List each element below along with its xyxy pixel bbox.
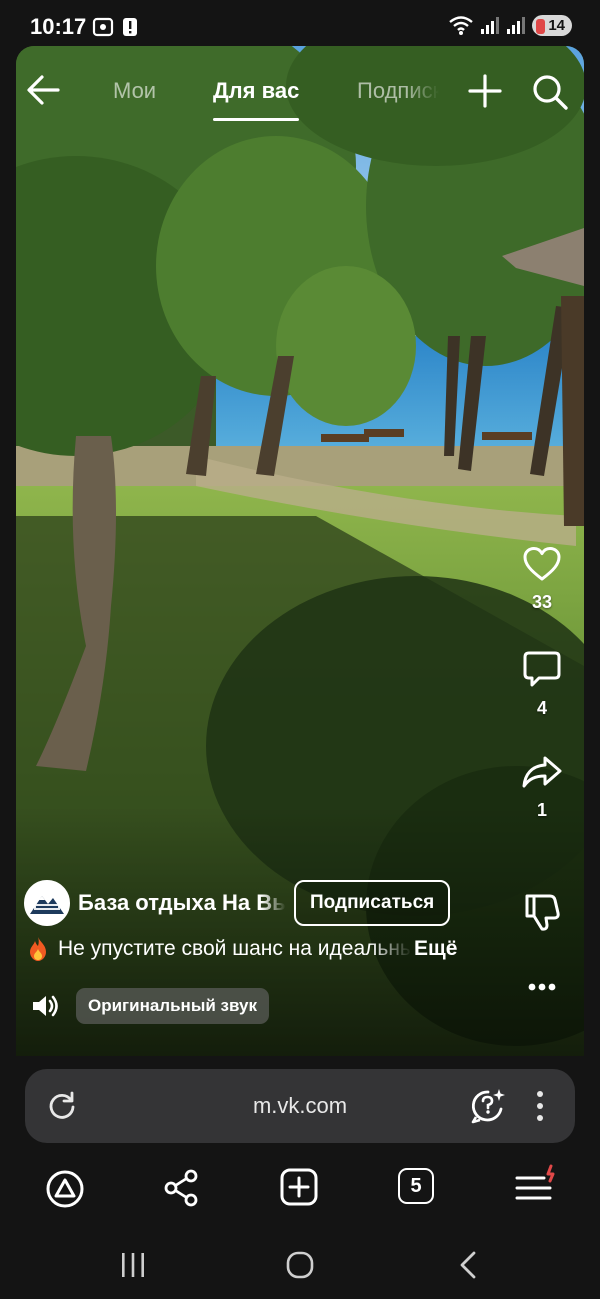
share-arrow-icon	[522, 756, 562, 788]
browser-toolbar: 5	[0, 1160, 600, 1220]
home-icon[interactable]	[285, 1250, 315, 1280]
battery-badge: 14	[532, 14, 572, 36]
author-row: База отдыха На Высоте Подписаться	[24, 879, 451, 927]
tab-subscriptions[interactable]: Подписки	[357, 78, 439, 104]
share-count: 1	[536, 800, 547, 820]
thumbs-down-icon	[525, 894, 560, 931]
comment-button[interactable]: 4	[512, 650, 572, 719]
kebab-menu-icon[interactable]	[531, 1089, 549, 1123]
menu-icon[interactable]	[514, 1164, 560, 1208]
signal-icon	[481, 17, 500, 34]
new-tab-icon[interactable]	[280, 1168, 318, 1206]
tabs-switcher-button[interactable]: 5	[398, 1168, 434, 1204]
tabs-count: 5	[398, 1168, 434, 1204]
tab-mine[interactable]: Мои	[113, 78, 156, 104]
subscribe-button[interactable]: Подписаться	[294, 880, 451, 926]
alice-assistant-icon[interactable]	[44, 1168, 86, 1210]
status-right: 14	[448, 14, 572, 36]
system-nav-bar	[0, 1236, 600, 1299]
comment-icon	[523, 651, 561, 687]
author-avatar[interactable]	[24, 880, 70, 926]
wifi-icon	[449, 16, 474, 35]
ai-assistant-icon[interactable]	[469, 1087, 507, 1125]
video-player[interactable]: Мои Для вас Подписки 33 4 1 База отдыха …	[16, 46, 584, 1056]
top-nav: Мои Для вас Подписки	[16, 46, 584, 146]
recent-apps-icon[interactable]	[118, 1250, 148, 1280]
screenshot-icon	[92, 17, 114, 37]
caption-row: Не упустите свой шанс на идеальный отдых…	[26, 936, 457, 962]
caption-text: Не упустите свой шанс на идеальный отдых	[58, 937, 412, 960]
more-dots-icon	[528, 983, 556, 991]
original-sound-badge[interactable]: Оригинальный звук	[76, 988, 269, 1024]
speaker-icon[interactable]	[30, 992, 60, 1020]
browser-url-bar[interactable]: m.vk.com	[25, 1069, 575, 1143]
comment-count: 4	[536, 698, 547, 718]
signal-icon-2	[507, 17, 526, 34]
arrow-left-icon[interactable]	[24, 72, 64, 108]
status-time: 10:17	[30, 14, 87, 39]
mountain-logo-icon	[30, 896, 64, 914]
status-notification-icons	[92, 16, 138, 38]
more-options-button[interactable]	[512, 982, 572, 992]
plus-icon[interactable]	[466, 72, 504, 110]
fire-emoji-icon	[30, 937, 46, 961]
share-icon[interactable]	[162, 1168, 202, 1208]
tab-for-you[interactable]: Для вас	[213, 78, 300, 121]
like-button[interactable]: 33	[512, 546, 572, 613]
back-chevron-icon[interactable]	[456, 1250, 480, 1280]
caption-more-link[interactable]: Ещё	[414, 937, 457, 961]
alert-icon	[123, 18, 137, 36]
like-count: 33	[531, 592, 553, 612]
heart-icon	[523, 547, 561, 581]
dislike-button[interactable]	[512, 892, 572, 932]
search-icon[interactable]	[530, 72, 570, 112]
share-button[interactable]: 1	[512, 754, 572, 821]
author-name[interactable]: База отдыха На Высоте	[78, 890, 286, 916]
sound-row: Оригинальный звук	[30, 988, 269, 1024]
